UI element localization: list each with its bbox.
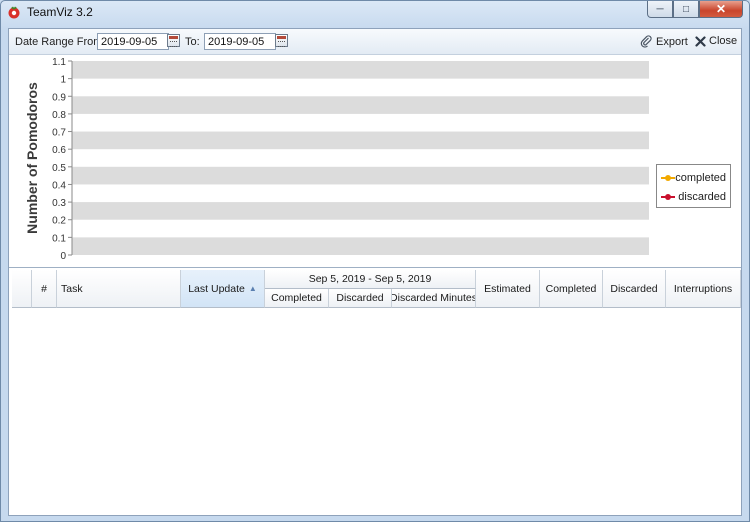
grid-band — [72, 166, 649, 185]
window-controls: ─ □ ✕ — [647, 1, 743, 19]
column-header-selector[interactable] — [12, 270, 32, 308]
main-panel: Date Range From: To: Export Close 0 0.1 0.… — [8, 28, 742, 516]
column-header-last-update-label: Last Update — [188, 282, 245, 295]
y-tick-label: 0.5 — [52, 163, 66, 174]
column-header-task[interactable]: Task — [57, 270, 181, 308]
y-tick-label: 0.8 — [52, 110, 66, 121]
grid-band — [72, 237, 649, 255]
maximize-icon: □ — [682, 3, 690, 15]
title-bar[interactable]: TeamViz 3.2 ─ □ ✕ — [1, 1, 749, 23]
column-group-period: Sep 5, 2019 - Sep 5, 2019 — [265, 270, 476, 289]
y-tick-label: 0 — [60, 251, 66, 262]
calendar-to-icon[interactable] — [275, 34, 288, 47]
minimize-icon: ─ — [656, 3, 664, 15]
close-label: Close — [709, 35, 738, 47]
column-header-estimated[interactable]: Estimated — [476, 270, 540, 308]
y-tick-label: 0.2 — [52, 216, 66, 227]
legend-item-discarded: discarded — [661, 187, 726, 206]
close-x-icon — [695, 35, 706, 47]
chart-legend: completed discarded — [656, 164, 731, 208]
close-button[interactable]: Close — [695, 35, 737, 47]
y-tick-label: 0.9 — [52, 92, 66, 103]
grid-band — [72, 96, 649, 114]
column-header-last-update[interactable]: Last Update ▲ — [181, 270, 265, 308]
date-from-label: Date Range From: — [15, 36, 106, 48]
task-table: # Task Last Update ▲ Sep 5, 2019 - Sep 5… — [9, 267, 741, 515]
legend-label-discarded: discarded — [678, 190, 726, 203]
toolbar: Date Range From: To: Export Close — [9, 29, 741, 55]
y-tick-label: 1.1 — [52, 57, 66, 68]
y-tick-label: 1 — [60, 75, 66, 86]
date-to-label: To: — [185, 36, 200, 48]
y-axis-title: Number of Pomodoros — [24, 82, 40, 234]
column-header-index[interactable]: # — [32, 270, 57, 308]
date-from-input[interactable] — [97, 33, 169, 50]
minimize-button[interactable]: ─ — [647, 1, 673, 18]
date-to-input[interactable] — [204, 33, 276, 50]
close-icon: ✕ — [715, 2, 727, 16]
column-header-interruptions[interactable]: Interruptions — [666, 270, 741, 308]
pomodoro-chart: 0 0.1 0.2 0.3 0.4 0.5 0.6 0.7 0.8 0.9 1 1.1 Number o… — [9, 56, 741, 266]
y-tick-label: 0.3 — [52, 198, 66, 209]
legend-label-completed: completed — [675, 171, 726, 184]
column-header-discarded[interactable]: Discarded — [603, 270, 666, 308]
y-tick-label: 0.6 — [52, 145, 66, 156]
app-window: TeamViz 3.2 ─ □ ✕ Date Range From: To: E… — [0, 0, 750, 522]
table-header: # Task Last Update ▲ Sep 5, 2019 - Sep 5… — [12, 270, 741, 308]
column-header-completed[interactable]: Completed — [540, 270, 603, 308]
column-header-discarded-minutes[interactable]: Discarded Minutes — [392, 289, 476, 308]
y-tick-label: 0.4 — [52, 180, 66, 191]
legend-swatch-discarded — [661, 193, 676, 201]
legend-swatch-completed — [661, 174, 676, 182]
chart-plot: 0 0.1 0.2 0.3 0.4 0.5 0.6 0.7 0.8 0.9 1 1.1 Number o… — [24, 57, 649, 262]
y-tick-label: 0.1 — [52, 233, 66, 244]
export-button[interactable]: Export — [640, 35, 688, 48]
paperclip-icon — [640, 35, 652, 48]
maximize-button[interactable]: □ — [673, 1, 699, 18]
y-tick-label: 0.7 — [52, 128, 66, 139]
grid-band — [72, 202, 649, 220]
calendar-from-icon[interactable] — [167, 34, 180, 47]
tomato-app-icon — [8, 6, 20, 19]
grid-band — [72, 131, 649, 150]
export-label: Export — [656, 35, 688, 48]
close-window-button[interactable]: ✕ — [699, 1, 743, 18]
column-header-period-completed[interactable]: Completed — [265, 289, 329, 308]
window-title: TeamViz 3.2 — [27, 5, 93, 19]
sort-ascending-icon: ▲ — [248, 284, 257, 293]
grid-band — [72, 61, 649, 79]
legend-item-completed: completed — [661, 168, 726, 187]
column-header-period-discarded[interactable]: Discarded — [329, 289, 392, 308]
table-body[interactable] — [12, 309, 741, 514]
